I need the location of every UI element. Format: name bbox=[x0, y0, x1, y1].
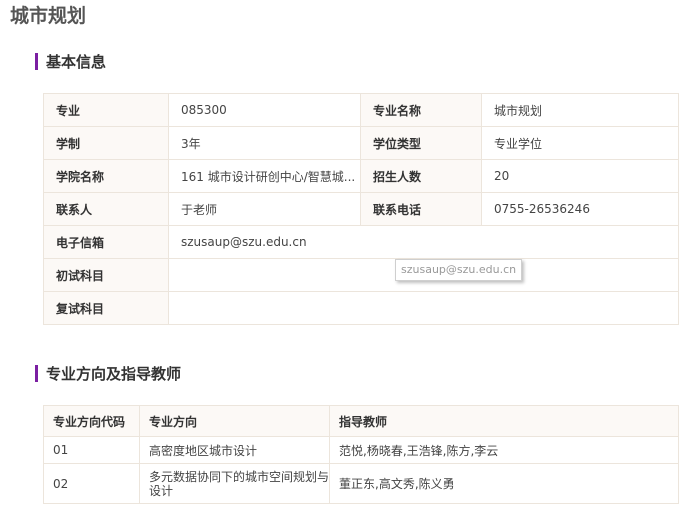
basic-info-table: 专业 085300 专业名称 城市规划 学制 3年 学位类型 专业学位 学院名称… bbox=[43, 93, 679, 325]
info-value: 于老师 bbox=[168, 192, 361, 226]
table-row: 初试科目 bbox=[43, 258, 679, 292]
info-value: 085300 bbox=[168, 93, 361, 127]
section-accent-bar bbox=[35, 364, 38, 382]
section-title: 专业方向及指导教师 bbox=[46, 364, 182, 383]
table-header-row: 专业方向代码 专业方向 指导教师 bbox=[43, 405, 679, 437]
info-label: 联系人 bbox=[43, 192, 169, 226]
table-row: 学制 3年 学位类型 专业学位 bbox=[43, 126, 679, 160]
info-value: 城市规划 bbox=[481, 93, 679, 127]
info-value: 专业学位 bbox=[481, 126, 679, 160]
info-label: 招生人数 bbox=[360, 159, 482, 193]
info-value: 3年 bbox=[168, 126, 361, 160]
section-directions: 专业方向及指导教师 bbox=[35, 364, 182, 383]
direction-name: 多元数据协同下的城市空间规划与设计 bbox=[139, 463, 330, 504]
table-row: 复试科目 bbox=[43, 291, 679, 325]
college-value[interactable]: 161 城市设计研创中心/智慧城... bbox=[168, 159, 361, 193]
direction-code: 02 bbox=[43, 463, 140, 504]
section-accent-bar bbox=[35, 52, 38, 70]
info-label: 学位类型 bbox=[360, 126, 482, 160]
info-label: 联系电话 bbox=[360, 192, 482, 226]
column-header: 专业方向代码 bbox=[43, 405, 140, 437]
direction-teachers: 范悦,杨晓春,王浩锋,陈方,李云 bbox=[329, 436, 679, 464]
table-row: 01 高密度地区城市设计 范悦,杨晓春,王浩锋,陈方,李云 bbox=[43, 436, 679, 464]
info-label: 专业名称 bbox=[360, 93, 482, 127]
direction-code: 01 bbox=[43, 436, 140, 464]
info-label: 复试科目 bbox=[43, 291, 169, 325]
directions-table: 专业方向代码 专业方向 指导教师 01 高密度地区城市设计 范悦,杨晓春,王浩锋… bbox=[43, 405, 679, 504]
table-row: 专业 085300 专业名称 城市规划 bbox=[43, 93, 679, 127]
info-value: 20 bbox=[481, 159, 679, 193]
column-header: 指导教师 bbox=[329, 405, 679, 437]
info-label: 学院名称 bbox=[43, 159, 169, 193]
email-tooltip: szusaup@szu.edu.cn bbox=[395, 259, 523, 281]
info-label: 初试科目 bbox=[43, 258, 169, 292]
table-row: 联系人 于老师 联系电话 0755-26536246 bbox=[43, 192, 679, 226]
info-value bbox=[168, 291, 679, 325]
page-title: 城市规划 bbox=[10, 5, 87, 27]
table-row: 02 多元数据协同下的城市空间规划与设计 董正东,高文秀,陈义勇 bbox=[43, 463, 679, 504]
info-label: 电子信箱 bbox=[43, 225, 169, 259]
direction-teachers: 董正东,高文秀,陈义勇 bbox=[329, 463, 679, 504]
table-row: 学院名称 161 城市设计研创中心/智慧城... 招生人数 20 bbox=[43, 159, 679, 193]
info-label: 专业 bbox=[43, 93, 169, 127]
info-value: 0755-26536246 bbox=[481, 192, 679, 226]
email-value[interactable]: szusaup@szu.edu.cn bbox=[168, 225, 679, 259]
table-row: 电子信箱 szusaup@szu.edu.cn bbox=[43, 225, 679, 259]
section-basic-info: 基本信息 bbox=[35, 52, 107, 71]
section-title: 基本信息 bbox=[46, 52, 107, 71]
direction-name: 高密度地区城市设计 bbox=[139, 436, 330, 464]
column-header: 专业方向 bbox=[139, 405, 330, 437]
info-label: 学制 bbox=[43, 126, 169, 160]
